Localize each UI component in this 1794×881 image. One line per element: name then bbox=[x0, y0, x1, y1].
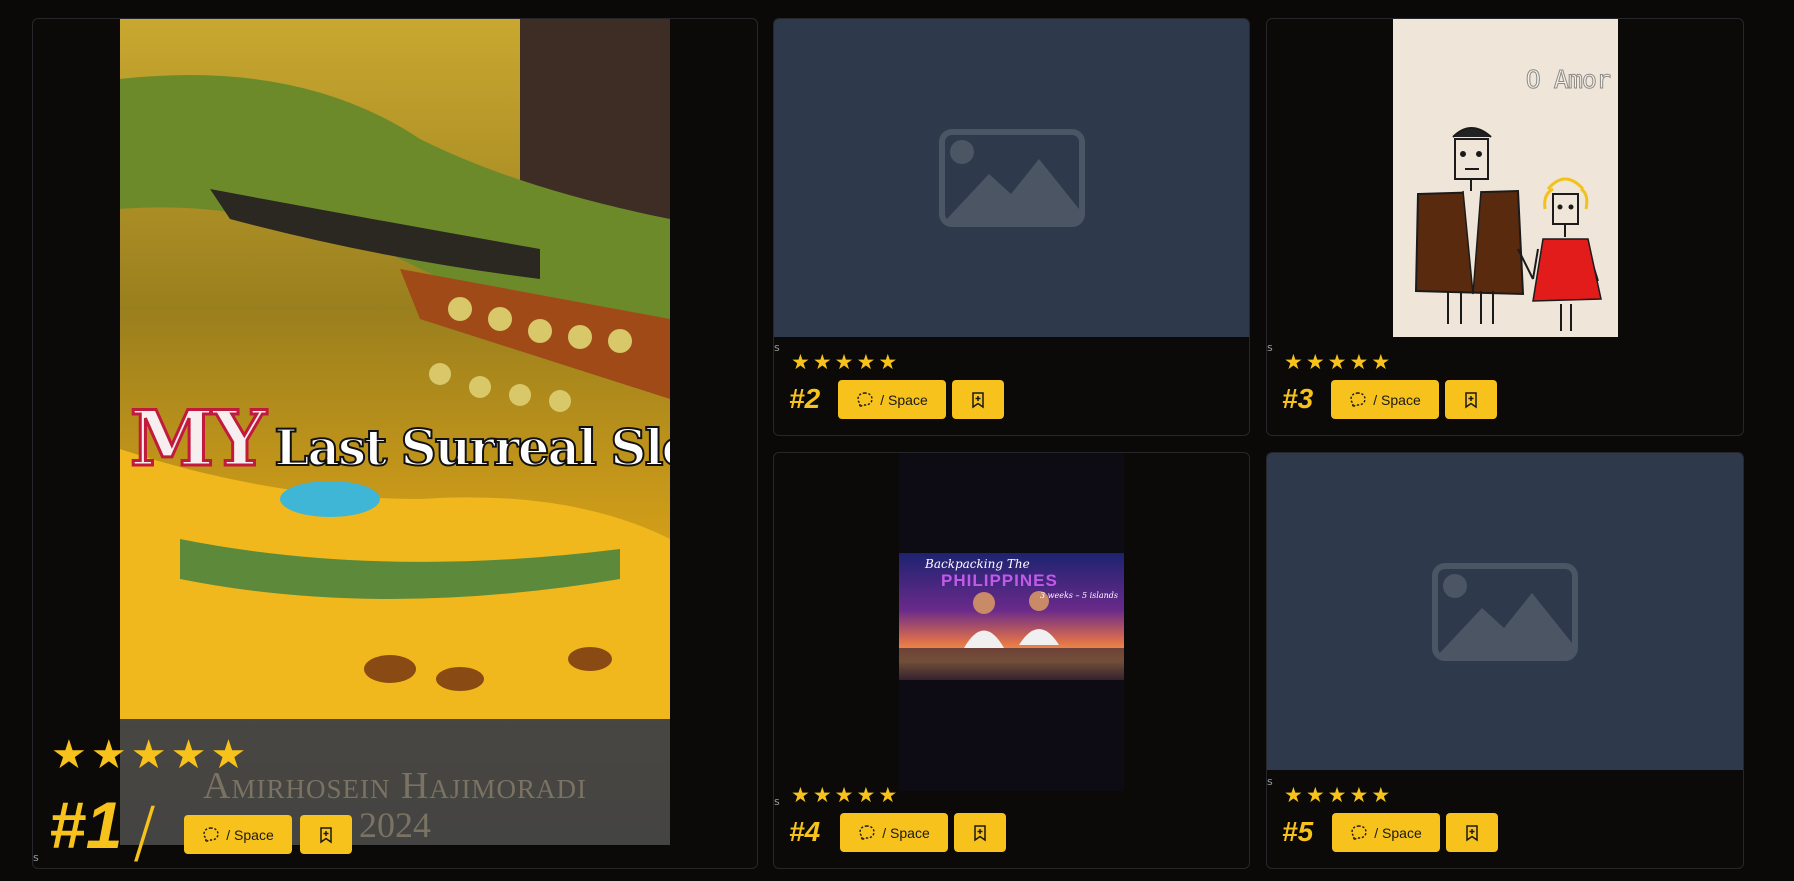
space-button[interactable]: / Space bbox=[838, 380, 946, 419]
star-rating[interactable]: ★ ★ ★ ★ ★ bbox=[791, 352, 900, 373]
star-icon[interactable]: ★ bbox=[131, 735, 167, 775]
slash-divider: / bbox=[133, 793, 156, 869]
star-rating[interactable]: ★ ★ ★ ★ ★ bbox=[1284, 785, 1393, 806]
source-tag: s bbox=[774, 795, 780, 808]
source-tag: s bbox=[774, 341, 780, 354]
bookmark-plus-icon bbox=[971, 824, 989, 842]
star-icon[interactable]: ★ bbox=[171, 735, 207, 775]
rank-label: #3 bbox=[1282, 383, 1314, 414]
source-tag: s bbox=[33, 851, 39, 864]
rank-label: #2 bbox=[789, 383, 821, 414]
poster-title: Last Surreal Sleep bbox=[273, 417, 670, 478]
star-icon[interactable]: ★ bbox=[1284, 785, 1303, 806]
star-icon[interactable]: ★ bbox=[1349, 352, 1368, 373]
bookmark-button[interactable] bbox=[952, 380, 1004, 419]
ranked-card-1[interactable]: MY Last Surreal Sleep Amirhosein Hajimor… bbox=[32, 18, 758, 869]
bookmark-plus-icon bbox=[317, 826, 335, 844]
star-icon[interactable]: ★ bbox=[856, 352, 875, 373]
space-button[interactable]: / Space bbox=[184, 815, 292, 854]
star-icon[interactable]: ★ bbox=[1349, 785, 1368, 806]
bookmark-plus-icon bbox=[969, 391, 987, 409]
poster-line-1: Backpacking The bbox=[925, 557, 1030, 571]
rank-label: #5 bbox=[1282, 816, 1314, 847]
poster-placeholder[interactable] bbox=[774, 19, 1249, 337]
ranked-card-5[interactable]: s ★ ★ ★ ★ ★ #5 / Space bbox=[1266, 452, 1744, 869]
bookmark-button[interactable] bbox=[300, 815, 352, 854]
bookmark-plus-icon bbox=[1463, 824, 1481, 842]
bookmark-plus-icon bbox=[1462, 391, 1480, 409]
image-placeholder-icon bbox=[1432, 562, 1578, 661]
star-icon[interactable]: ★ bbox=[1284, 352, 1303, 373]
space-button-label: / Space bbox=[1374, 824, 1422, 841]
star-icon[interactable]: ★ bbox=[1371, 352, 1390, 373]
poster-title-word: MY bbox=[128, 393, 267, 485]
ranked-card-3[interactable]: O Amor s ★ ★ ★ ★ ★ #3 / Space bbox=[1266, 18, 1744, 436]
star-icon[interactable]: ★ bbox=[835, 785, 854, 806]
chat-bubble-dashed-icon bbox=[858, 824, 876, 842]
star-icon[interactable]: ★ bbox=[1306, 352, 1325, 373]
star-icon[interactable]: ★ bbox=[856, 785, 875, 806]
ranked-card-2[interactable]: s ★ ★ ★ ★ ★ #2 / Space bbox=[773, 18, 1250, 436]
star-rating[interactable]: ★ ★ ★ ★ ★ bbox=[51, 735, 250, 775]
star-icon[interactable]: ★ bbox=[1371, 785, 1390, 806]
space-button[interactable]: / Space bbox=[1331, 380, 1439, 419]
star-icon[interactable]: ★ bbox=[878, 352, 897, 373]
space-button-label: / Space bbox=[226, 826, 274, 843]
rank-label: #4 bbox=[789, 816, 821, 847]
poster-line-3: 3 weeks – 5 islands bbox=[1040, 591, 1118, 600]
star-icon[interactable]: ★ bbox=[1328, 352, 1347, 373]
star-icon[interactable]: ★ bbox=[51, 735, 87, 775]
chat-bubble-dashed-icon bbox=[1349, 391, 1367, 409]
space-button-label: / Space bbox=[882, 824, 930, 841]
space-button-label: / Space bbox=[880, 391, 928, 408]
star-icon[interactable]: ★ bbox=[210, 735, 246, 775]
star-icon[interactable]: ★ bbox=[1328, 785, 1347, 806]
ranked-card-4[interactable]: Backpacking The PHILIPPINES 3 weeks – 5 … bbox=[773, 452, 1250, 869]
chat-bubble-dashed-icon bbox=[202, 826, 220, 844]
bookmark-button[interactable] bbox=[954, 813, 1006, 852]
star-icon[interactable]: ★ bbox=[91, 735, 127, 775]
star-rating[interactable]: ★ ★ ★ ★ ★ bbox=[1284, 352, 1393, 373]
star-icon[interactable]: ★ bbox=[878, 785, 897, 806]
poster-image[interactable]: O Amor bbox=[1393, 19, 1618, 337]
image-placeholder-icon bbox=[938, 129, 1085, 227]
poster-placeholder[interactable] bbox=[1267, 453, 1743, 770]
star-icon[interactable]: ★ bbox=[791, 352, 810, 373]
poster-line-2: PHILIPPINES bbox=[941, 571, 1058, 590]
star-icon[interactable]: ★ bbox=[813, 352, 832, 373]
rank-label: #1 bbox=[49, 788, 123, 862]
bookmark-button[interactable] bbox=[1446, 813, 1498, 852]
space-button-label: / Space bbox=[1373, 391, 1421, 408]
chat-bubble-dashed-icon bbox=[856, 391, 874, 409]
source-tag: s bbox=[1267, 775, 1273, 788]
space-button[interactable]: / Space bbox=[1332, 813, 1440, 852]
space-button[interactable]: / Space bbox=[840, 813, 948, 852]
bookmark-button[interactable] bbox=[1445, 380, 1497, 419]
star-rating[interactable]: ★ ★ ★ ★ ★ bbox=[791, 785, 900, 806]
star-icon[interactable]: ★ bbox=[813, 785, 832, 806]
chat-bubble-dashed-icon bbox=[1350, 824, 1368, 842]
star-icon[interactable]: ★ bbox=[835, 352, 854, 373]
star-icon[interactable]: ★ bbox=[1306, 785, 1325, 806]
poster-image[interactable]: MY Last Surreal Sleep Amirhosein Hajimor… bbox=[120, 19, 670, 845]
star-icon[interactable]: ★ bbox=[791, 785, 810, 806]
poster-image[interactable]: Backpacking The PHILIPPINES 3 weeks – 5 … bbox=[899, 453, 1124, 791]
source-tag: s bbox=[1267, 341, 1273, 354]
